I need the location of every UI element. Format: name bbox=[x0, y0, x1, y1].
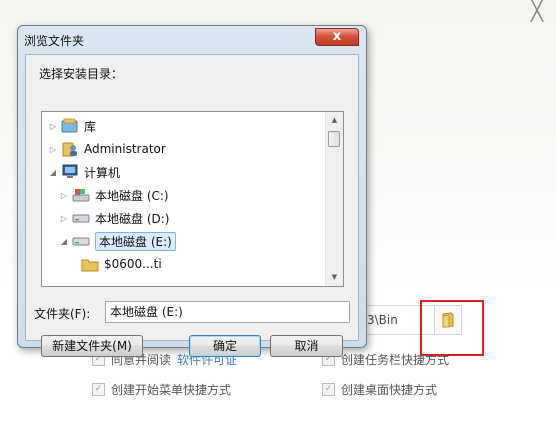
tree-item-computer[interactable]: ◢ 计算机 bbox=[48, 162, 120, 182]
collapse-icon[interactable]: ◢ bbox=[48, 168, 58, 177]
installer-close-button[interactable]: ╳ bbox=[524, 0, 550, 22]
tree-scrollbar[interactable]: ▲ ▼ bbox=[325, 112, 343, 286]
ok-button[interactable]: 确定 bbox=[189, 335, 261, 357]
taskbar-shortcut-label: 创建任务栏快捷方式 bbox=[341, 353, 450, 367]
folder-name-input[interactable]: 本地磁盘 (E:) bbox=[105, 301, 350, 323]
tree-item-label: $0600...ti bbox=[104, 257, 162, 271]
tree-item-label: 计算机 bbox=[84, 165, 121, 180]
library-icon bbox=[61, 118, 79, 134]
user-folder-icon bbox=[61, 141, 79, 157]
select-directory-label: 选择安装目录： bbox=[39, 67, 124, 81]
scroll-up-icon[interactable]: ▲ bbox=[326, 112, 343, 129]
expand-icon[interactable]: ▷ bbox=[48, 145, 58, 154]
close-icon: x bbox=[332, 29, 342, 44]
expand-icon[interactable]: ▷ bbox=[48, 122, 58, 131]
dialog-client-area: 选择安装目录： ▷ 库 ▷ Administrator ◢ 计算机 ▷ 本地磁盘… bbox=[25, 54, 359, 357]
tree-item-library[interactable]: ▷ 库 bbox=[48, 116, 96, 136]
desktop-shortcut-checkbox[interactable]: ✓ bbox=[322, 383, 335, 396]
collapse-icon[interactable]: ◢ bbox=[59, 237, 69, 246]
startmenu-shortcut-label: 创建开始菜单快捷方式 bbox=[111, 383, 232, 397]
computer-icon bbox=[61, 164, 79, 180]
tree-item-label: 本地磁盘 (E:) bbox=[95, 231, 176, 251]
tree-item-label: 库 bbox=[84, 119, 97, 134]
folder-tree[interactable]: ▷ 库 ▷ Administrator ◢ 计算机 ▷ 本地磁盘 (C:) ▷ … bbox=[41, 111, 344, 287]
cancel-button[interactable]: 取消 bbox=[270, 335, 343, 357]
desktop-shortcut-label: 创建桌面快捷方式 bbox=[341, 383, 438, 397]
dialog-title: 浏览文件夹 bbox=[24, 34, 85, 48]
tree-item-label: 本地磁盘 (D:) bbox=[95, 211, 170, 226]
tree-item-administrator[interactable]: ▷ Administrator bbox=[48, 139, 166, 159]
tree-item-label: 本地磁盘 (C:) bbox=[95, 188, 169, 203]
drive-icon bbox=[72, 210, 90, 226]
expand-icon[interactable]: ▷ bbox=[59, 191, 69, 200]
scroll-down-icon[interactable]: ▼ bbox=[326, 269, 343, 286]
tree-item-drive-c[interactable]: ▷ 本地磁盘 (C:) bbox=[59, 185, 169, 205]
tree-item-drive-d[interactable]: ▷ 本地磁盘 (D:) bbox=[59, 208, 170, 228]
folder-field-label: 文件夹(F): bbox=[34, 307, 91, 321]
desktop-shortcut-option[interactable]: ✓ 创建桌面快捷方式 bbox=[322, 381, 437, 398]
new-folder-button[interactable]: 新建文件夹(M) bbox=[41, 335, 143, 357]
expand-icon[interactable]: ▷ bbox=[59, 214, 69, 223]
tree-item-drive-e[interactable]: ◢ 本地磁盘 (E:) bbox=[59, 231, 176, 251]
folder-icon bbox=[81, 256, 99, 272]
tree-item-folder[interactable]: $0600...ti bbox=[81, 254, 162, 274]
highlight-box bbox=[420, 300, 484, 356]
system-drive-icon bbox=[72, 187, 90, 203]
browse-folder-dialog: 浏览文件夹 x 选择安装目录： ▷ 库 ▷ Administrator ◢ 计算… bbox=[17, 25, 367, 357]
startmenu-shortcut-checkbox[interactable]: ✓ bbox=[92, 383, 105, 396]
scroll-thumb[interactable] bbox=[328, 131, 340, 147]
dialog-close-button[interactable]: x bbox=[315, 28, 359, 46]
drive-icon bbox=[72, 233, 90, 249]
startmenu-shortcut-option[interactable]: ✓ 创建开始菜单快捷方式 bbox=[92, 381, 231, 398]
tree-item-label: Administrator bbox=[84, 142, 166, 156]
